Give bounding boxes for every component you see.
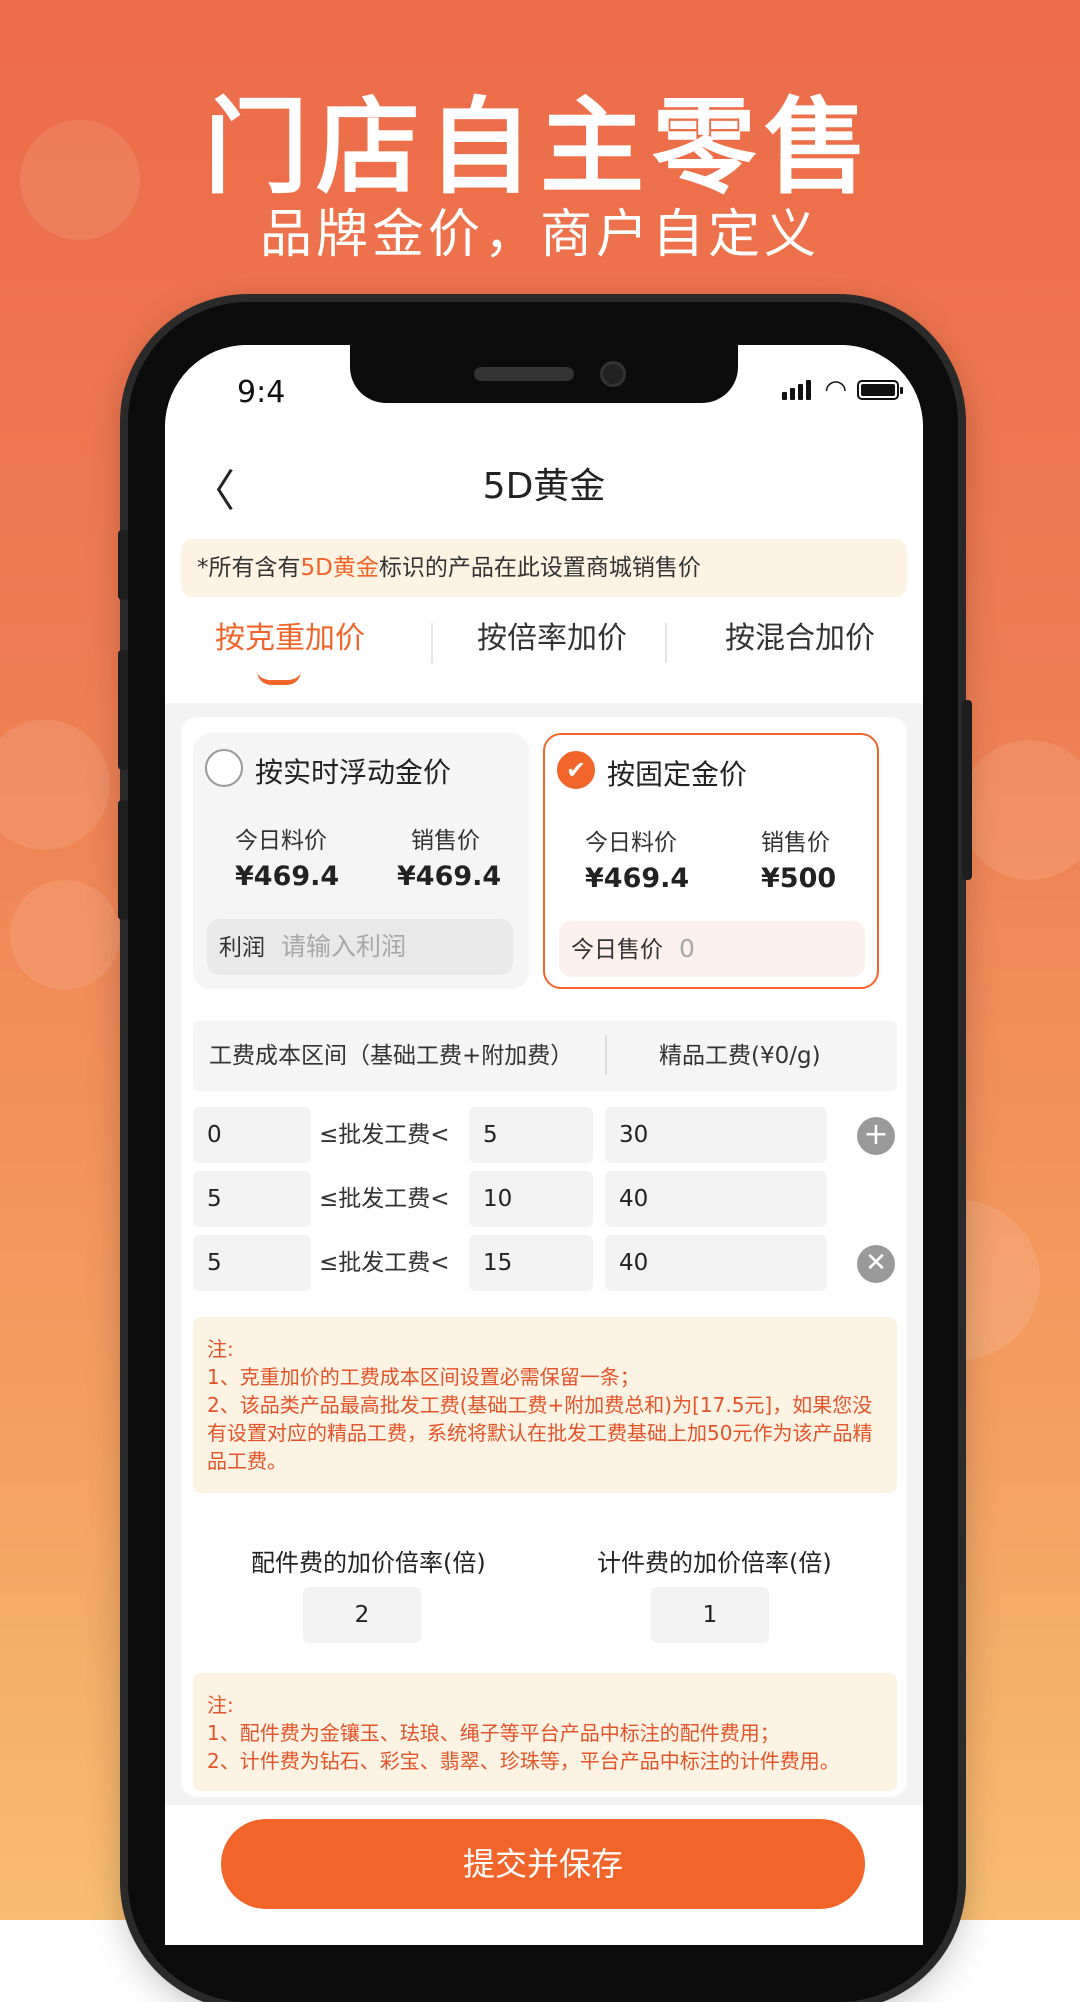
bottom-bar: 提交并保存 xyxy=(165,1805,923,1945)
hero-subtitle: 品牌金价，商户自定义 xyxy=(259,205,820,265)
fixed-price-option[interactable]: ✔ 按固定金价 今日料价 销售价 ¥469.4 ¥500 今日售价 0 xyxy=(543,733,879,989)
notice-prefix: *所有含有 xyxy=(197,555,301,581)
remove-row-icon[interactable]: ✕ xyxy=(857,1245,895,1283)
accessory-rate-input[interactable]: 2 xyxy=(303,1587,421,1643)
radio-unchecked-icon[interactable] xyxy=(205,749,243,787)
tab-divider xyxy=(665,623,667,663)
piece-rate-input[interactable]: 1 xyxy=(651,1587,769,1643)
piece-rate-label: 计件费的加价倍率(倍) xyxy=(597,1549,832,1577)
floating-material-label: 今日料价 xyxy=(235,828,327,854)
floating-price-option[interactable]: 按实时浮动金价 今日料价 销售价 ¥469.4 ¥469.4 利润 请输入利润 xyxy=(193,733,529,989)
fee-max-input[interactable]: 10 xyxy=(469,1171,593,1227)
tab-divider xyxy=(431,623,433,663)
fee-max-input[interactable]: 5 xyxy=(469,1107,593,1163)
notice-bar: *所有含有5D黄金标识的产品在此设置商城销售价 xyxy=(181,539,907,597)
today-price-label: 今日售价 xyxy=(571,937,663,963)
fee-range-separator: ≤批发工费< xyxy=(319,1122,450,1148)
rate-note-line: 2、计件费为钻石、彩宝、翡翠、珍珠等，平台产品中标注的计件费用。 xyxy=(207,1749,840,1773)
premium-fee-input[interactable]: 40 xyxy=(605,1171,827,1227)
bokeh-light xyxy=(10,880,120,990)
wifi-icon: ◠ xyxy=(824,375,847,405)
speaker xyxy=(474,367,574,381)
signal-icon xyxy=(782,380,814,400)
bokeh-light xyxy=(0,720,110,850)
premium-fee-input[interactable]: 30 xyxy=(605,1107,827,1163)
page-title: 5D黄金 xyxy=(482,466,606,507)
phone-notch xyxy=(350,345,738,403)
fee-min-input[interactable]: 5 xyxy=(193,1171,311,1227)
rate-note-line: 1、配件费为金镶玉、珐琅、绳子等平台产品中标注的配件费用； xyxy=(207,1721,780,1745)
profit-placeholder: 请输入利润 xyxy=(281,932,407,961)
fixed-sale-label: 销售价 xyxy=(761,830,830,856)
bokeh-light xyxy=(960,740,1080,880)
phone-screen: 9:4 ◠ 〈 5D黄金 *所有含有5D黄金标识的产品在此设置商城销售价 按克重… xyxy=(165,345,923,1945)
radio-checked-icon[interactable]: ✔ xyxy=(557,751,595,789)
phone-side-button xyxy=(118,800,128,920)
tab-rate-markup[interactable]: 按倍率加价 xyxy=(477,613,627,657)
fee-note-line: 2、该品类产品最高批发工费(基础工费+附加费总和)为[17.5元]，如果您没有设… xyxy=(207,1393,873,1473)
floating-sale-label: 销售价 xyxy=(411,828,480,854)
battery-icon xyxy=(857,380,903,400)
floating-material-value: ¥469.4 xyxy=(235,861,340,892)
status-time: 9:4 xyxy=(237,375,286,410)
tab-bar: 按克重加价 按倍率加价 按混合加价 xyxy=(165,613,923,693)
fee-range-separator: ≤批发工费< xyxy=(319,1186,450,1212)
fee-note-title: 注: xyxy=(207,1337,234,1361)
accessory-rate-label: 配件费的加价倍率(倍) xyxy=(251,1549,486,1577)
fixed-material-label: 今日料价 xyxy=(585,830,677,856)
fee-row: 5 ≤批发工费< 15 40 ✕ xyxy=(193,1235,909,1291)
tab-weight-markup[interactable]: 按克重加价 xyxy=(215,613,365,657)
fee-row: 5 ≤批发工费< 10 40 xyxy=(193,1171,909,1227)
fixed-option-title: 按固定金价 xyxy=(607,758,748,791)
phone-side-button xyxy=(118,530,128,600)
premium-fee-input[interactable]: 40 xyxy=(605,1235,827,1291)
fee-min-input[interactable]: 0 xyxy=(193,1107,311,1163)
status-icons: ◠ xyxy=(782,375,903,405)
fee-header-range: 工费成本区间（基础工费+附加费） xyxy=(209,1043,574,1069)
fixed-material-value: ¥469.4 xyxy=(585,863,690,894)
add-row-icon[interactable]: + xyxy=(857,1117,895,1155)
fee-header-premium: 精品工费(¥0/g) xyxy=(659,1043,821,1069)
rate-note-title: 注: xyxy=(207,1693,234,1717)
phone-side-button xyxy=(118,650,128,770)
fee-range-separator: ≤批发工费< xyxy=(319,1250,450,1276)
notice-suffix: 标识的产品在此设置商城销售价 xyxy=(378,555,701,581)
submit-save-button[interactable]: 提交并保存 xyxy=(221,1819,865,1909)
profit-input[interactable]: 利润 请输入利润 xyxy=(207,919,513,975)
rate-note: 注: 1、配件费为金镶玉、珐琅、绳子等平台产品中标注的配件费用； 2、计件费为钻… xyxy=(193,1673,897,1791)
phone-side-button xyxy=(962,700,972,880)
fee-header-divider xyxy=(605,1035,607,1075)
fixed-sale-value: ¥500 xyxy=(761,863,837,894)
tab-mixed-markup[interactable]: 按混合加价 xyxy=(725,613,875,657)
today-price-input[interactable]: 今日售价 0 xyxy=(559,921,865,977)
tab-active-indicator xyxy=(257,671,301,685)
floating-sale-value: ¥469.4 xyxy=(397,861,502,892)
fee-note-line: 1、克重加价的工费成本区间设置必需保留一条； xyxy=(207,1365,640,1389)
today-price-value: 0 xyxy=(679,934,695,963)
hero-title: 门店自主零售 xyxy=(203,86,876,208)
fee-note: 注: 1、克重加价的工费成本区间设置必需保留一条； 2、该品类产品最高批发工费(… xyxy=(193,1317,897,1493)
camera xyxy=(600,361,626,387)
notice-highlight: 5D黄金 xyxy=(300,555,379,581)
fee-table-header: 工费成本区间（基础工费+附加费） 精品工费(¥0/g) xyxy=(193,1021,897,1091)
fee-row: 0 ≤批发工费< 5 30 + xyxy=(193,1107,909,1163)
profit-label: 利润 xyxy=(219,935,265,961)
floating-option-title: 按实时浮动金价 xyxy=(255,756,452,789)
fee-max-input[interactable]: 15 xyxy=(469,1235,593,1291)
fee-min-input[interactable]: 5 xyxy=(193,1235,311,1291)
settings-card: 按实时浮动金价 今日料价 销售价 ¥469.4 ¥469.4 利润 请输入利润 ✔… xyxy=(181,717,907,1797)
